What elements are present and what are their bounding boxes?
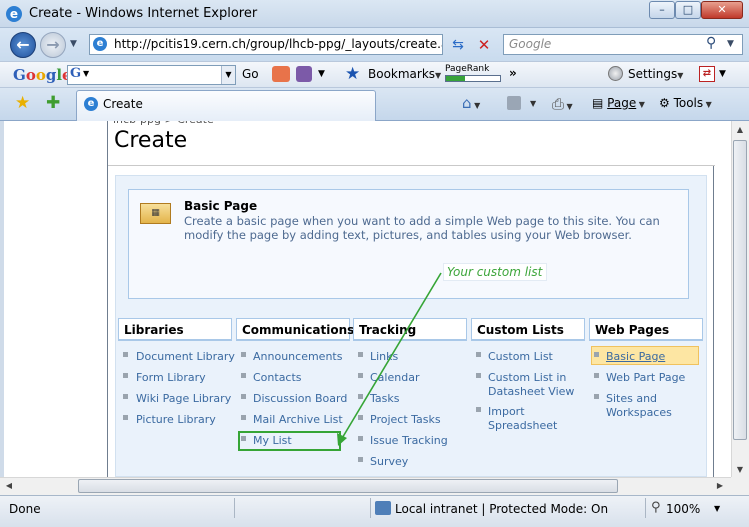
zoom-level[interactable]: 100% [666, 502, 700, 516]
status-divider [645, 498, 646, 518]
security-zone-text[interactable]: Local intranet | Protected Mode: On [395, 502, 608, 516]
scroll-corner [731, 477, 749, 495]
status-text: Done [9, 502, 41, 516]
zoom-icon[interactable]: ⚲ [651, 500, 661, 515]
status-divider [370, 498, 371, 518]
status-divider [234, 498, 235, 518]
scroll-down-icon[interactable]: ▼ [733, 463, 747, 477]
annotation-arrow [337, 272, 442, 446]
scroll-left-icon[interactable]: ◀ [2, 479, 16, 493]
vertical-scroll-thumb[interactable] [733, 140, 747, 440]
scroll-right-icon[interactable]: ▶ [713, 479, 727, 493]
scroll-up-icon[interactable]: ▲ [733, 123, 747, 137]
horizontal-scroll-thumb[interactable] [78, 479, 618, 493]
local-intranet-icon [375, 501, 391, 515]
zoom-dropdown-icon[interactable]: ▼ [714, 504, 720, 513]
